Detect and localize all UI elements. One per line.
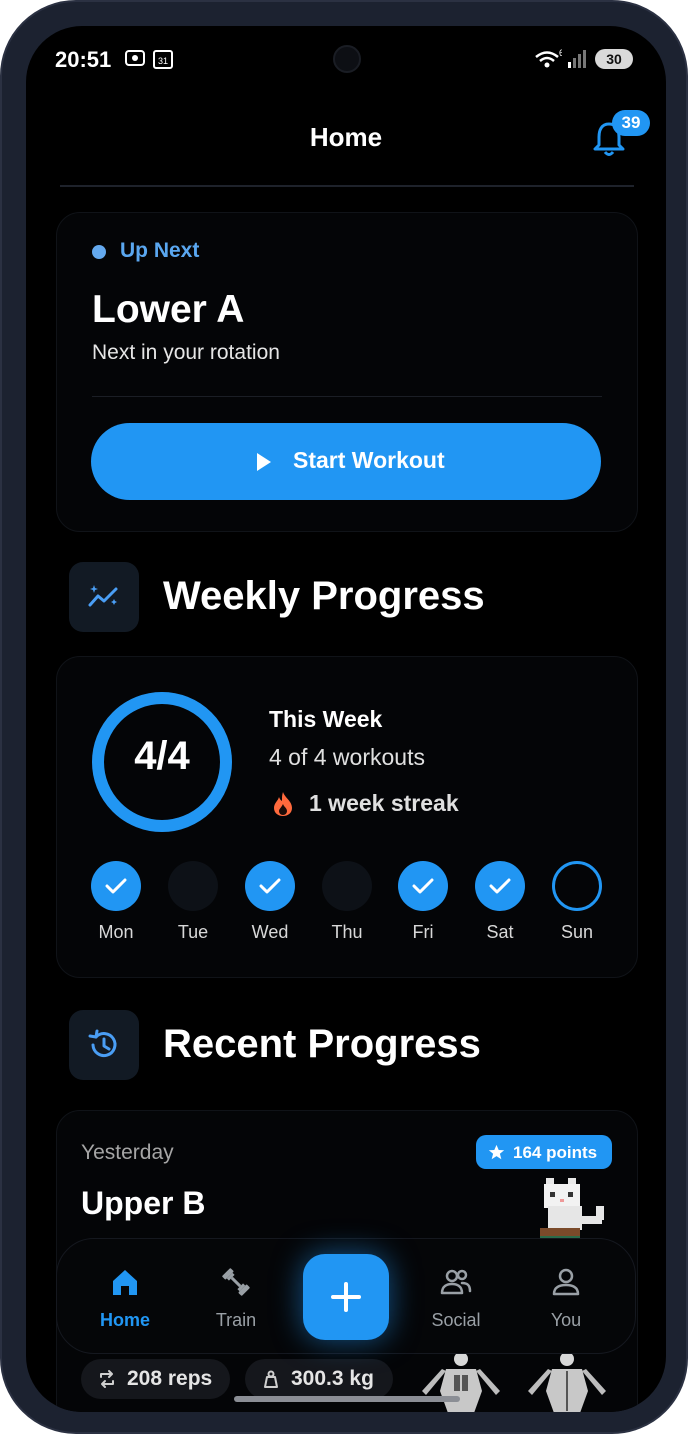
fire-icon [274,792,292,816]
day-circle-fri [398,861,448,911]
weekly-progress-icon-box [69,562,139,632]
header-divider [60,185,634,187]
up-next-divider [92,396,602,397]
dumbbell-icon [222,1268,250,1296]
star-icon [488,1144,505,1160]
people-icon [440,1269,472,1295]
status-bar: 20:51 31 6 30 [26,26,666,92]
day-circle-tue [168,861,218,911]
battery-indicator: 30 [595,49,633,69]
pixel-cat-sticker [540,1178,604,1242]
recent-progress-icon-box [69,1010,139,1080]
calendar-icon: 31 [153,50,173,69]
nav-label-train: Train [215,1310,257,1330]
weight-icon [264,1370,278,1388]
streak-text: 1 week streak [309,790,459,816]
nav-item-social[interactable]: Social [406,1258,506,1338]
this-week-title: This Week [269,706,383,732]
nav-label-you: You [550,1310,582,1330]
volume-text: 300.3 kg [291,1367,374,1390]
day-circle-sun [552,861,602,911]
nav-item-you[interactable]: You [516,1258,616,1338]
reps-text: 208 reps [127,1367,213,1390]
day-circle-sat [475,861,525,911]
notification-badge[interactable]: 39 [612,110,650,136]
day-circle-thu [322,861,372,911]
day-circle-mon [91,861,141,911]
up-next-dot [92,245,106,259]
weekly-progress-title: Weekly Progress [163,574,485,618]
status-time: 20:51 [55,47,112,72]
nav-label-home: Home [99,1310,150,1330]
screen-record-icon [125,50,145,66]
trending-sparkle-icon [88,585,118,607]
recent-workout-date: Yesterday [81,1141,174,1164]
points-text: 164 points [513,1143,598,1162]
nav-item-train[interactable]: Train [186,1258,286,1338]
recent-progress-title: Recent Progress [163,1022,481,1066]
gesture-home-bar[interactable] [234,1396,460,1402]
app-screen: 20:51 31 6 30 Home 39 Up Next Lower A Ne… [26,26,666,1412]
nav-item-home[interactable]: Home [75,1258,175,1338]
wifi-icon: 6 [535,48,562,68]
next-workout-subtitle: Next in your rotation [92,341,280,364]
workouts-count-text: 4 of 4 workouts [269,744,425,770]
day-label-mon: Mon [98,922,134,942]
front-camera [333,45,361,73]
signal-icon [568,50,586,68]
weekly-progress-count: 4/4 [134,734,190,778]
repeat-icon [100,1370,114,1388]
next-workout-name: Lower A [92,288,245,331]
day-label-wed: Wed [251,922,289,942]
person-icon [552,1268,580,1296]
muscle-map-front [422,1352,500,1412]
plus-icon [331,1282,361,1312]
muscle-map-back [528,1352,606,1412]
day-label-sat: Sat [486,922,514,942]
day-circle-wed [245,861,295,911]
day-label-thu: Thu [331,922,363,942]
history-icon [88,1029,117,1058]
recent-workout-name: Upper B [81,1185,206,1221]
day-label-sun: Sun [560,922,594,942]
play-icon [257,453,271,471]
start-workout-label: Start Workout [293,447,445,473]
home-icon [113,1270,137,1295]
nav-label-social: Social [431,1310,481,1330]
day-label-fri: Fri [412,922,434,942]
check-icon [412,878,434,894]
up-next-label: Up Next [120,239,200,262]
check-icon [259,878,281,894]
wifi-badge-text: 6 [559,48,562,58]
calendar-day-text: 31 [158,56,168,66]
check-icon [489,878,511,894]
page-title: Home [309,122,383,152]
check-icon [105,878,127,894]
phone-frame: 20:51 31 6 30 Home 39 Up Next Lower A Ne… [0,0,688,1434]
day-label-tue: Tue [177,922,209,942]
